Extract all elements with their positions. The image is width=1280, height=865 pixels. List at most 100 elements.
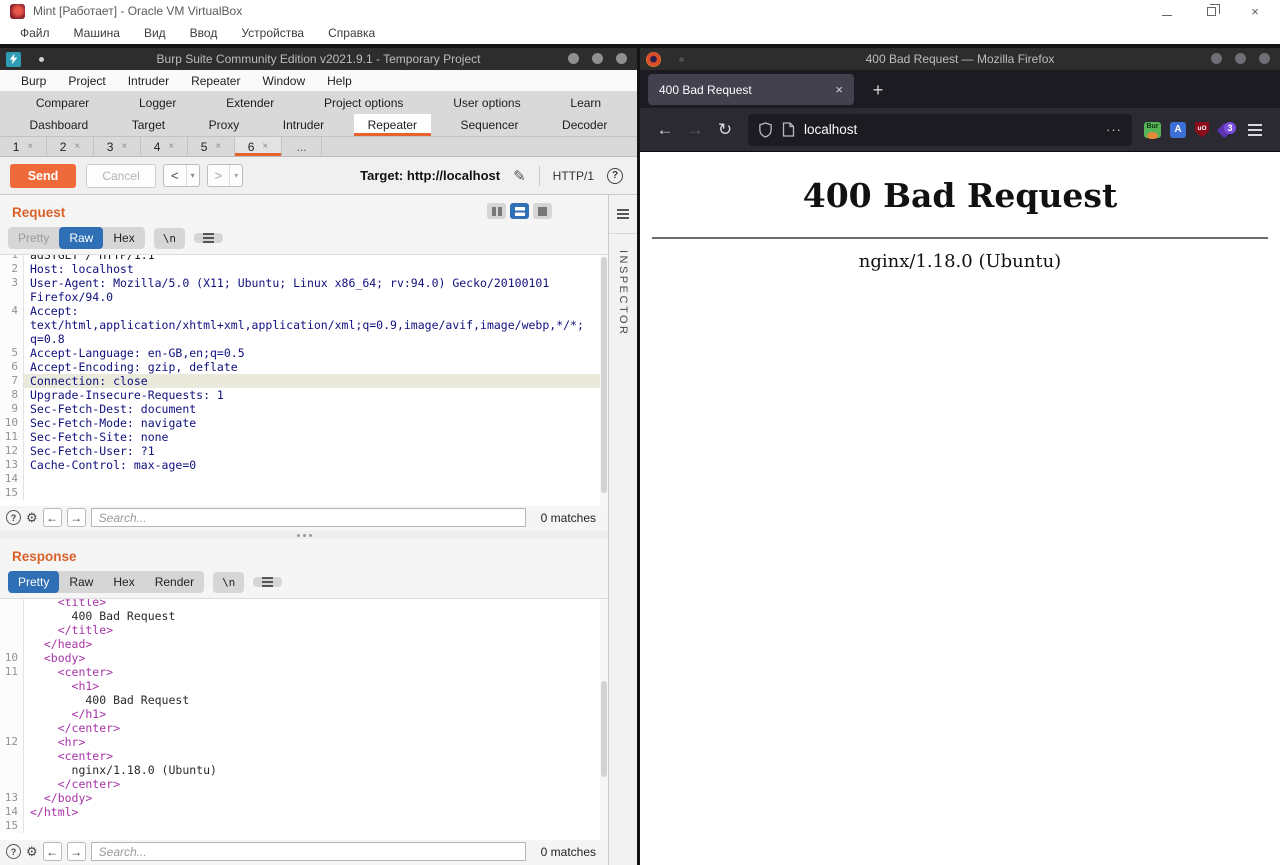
repeater-tab-2[interactable]: 2× xyxy=(47,137,94,156)
host-menu-файл[interactable]: Файл xyxy=(8,24,62,42)
main-tab-decoder[interactable]: Decoder xyxy=(548,114,621,136)
repeater-tab-4[interactable]: 4× xyxy=(141,137,188,156)
close-icon[interactable]: × xyxy=(1248,4,1262,19)
main-tab-comparer[interactable]: Comparer xyxy=(22,92,103,114)
search-prev-icon[interactable]: ← xyxy=(43,508,62,527)
code-row[interactable]: 8Upgrade-Insecure-Requests: 1 xyxy=(0,388,608,402)
code-row[interactable]: 5Accept-Language: en-GB,en;q=0.5 xyxy=(0,346,608,360)
minimize-icon[interactable] xyxy=(1160,4,1174,19)
editor-menu-button[interactable] xyxy=(253,577,282,587)
repeater-tab-1[interactable]: 1× xyxy=(0,137,47,156)
code-row[interactable]: 15 xyxy=(0,486,608,500)
code-row[interactable]: 11 <center> xyxy=(0,665,608,679)
code-row[interactable]: 6Accept-Encoding: gzip, deflate xyxy=(0,360,608,374)
help-icon[interactable]: ? xyxy=(607,168,623,184)
repeater-tab-6[interactable]: 6× xyxy=(235,137,282,156)
main-tab-target[interactable]: Target xyxy=(118,114,179,136)
code-row[interactable]: Firefox/94.0 xyxy=(0,290,608,304)
code-row[interactable]: nginx/1.18.0 (Ubuntu) xyxy=(0,763,608,777)
new-tab-button[interactable]: + xyxy=(864,76,892,104)
main-tab-repeater[interactable]: Repeater xyxy=(354,114,431,136)
code-row[interactable]: 10 <body> xyxy=(0,651,608,665)
code-row[interactable]: </center> xyxy=(0,777,608,791)
single-pane-layout-icon[interactable] xyxy=(533,203,552,219)
search-next-icon[interactable]: → xyxy=(67,508,86,527)
code-row[interactable]: 4Accept: xyxy=(0,304,608,318)
more-tabs-button[interactable]: ... xyxy=(282,137,322,156)
close-tab-icon[interactable]: × xyxy=(74,141,80,152)
code-row[interactable]: 400 Bad Request xyxy=(0,609,608,623)
close-tab-icon[interactable]: × xyxy=(27,141,33,152)
main-tab-sequencer[interactable]: Sequencer xyxy=(447,114,533,136)
browser-menu-button[interactable] xyxy=(1240,115,1270,145)
code-row[interactable]: 13Cache-Control: max-age=0 xyxy=(0,458,608,472)
chevron-left-icon[interactable]: < xyxy=(164,165,186,186)
main-tab-project-options[interactable]: Project options xyxy=(310,92,417,114)
main-tab-user-options[interactable]: User options xyxy=(439,92,534,114)
code-row[interactable]: 7Connection: close xyxy=(0,374,608,388)
code-row[interactable]: 11Sec-Fetch-Site: none xyxy=(0,430,608,444)
burp-menu-intruder[interactable]: Intruder xyxy=(117,72,180,90)
code-row[interactable]: 13 </body> xyxy=(0,791,608,805)
request-search-input[interactable] xyxy=(91,508,526,527)
code-row[interactable]: 12 <hr> xyxy=(0,735,608,749)
url-text[interactable]: localhost xyxy=(804,122,1097,137)
rows-layout-icon[interactable] xyxy=(510,203,529,219)
response-scrollbar[interactable] xyxy=(600,599,608,840)
code-row[interactable]: text/html,application/xhtml+xml,applicat… xyxy=(0,318,608,332)
next-request-button[interactable]: > ▾ xyxy=(207,164,244,187)
http-version-label[interactable]: HTTP/1 xyxy=(553,169,594,183)
restore-icon[interactable] xyxy=(1204,4,1218,19)
dropdown-caret-icon[interactable]: ▾ xyxy=(186,165,199,186)
code-row[interactable]: </center> xyxy=(0,721,608,735)
url-bar[interactable]: localhost ··· xyxy=(748,114,1132,146)
page-actions-icon[interactable]: ··· xyxy=(1106,122,1122,137)
tab-hex[interactable]: Hex xyxy=(103,227,144,249)
tab-raw[interactable]: Raw xyxy=(59,571,103,593)
browser-tab[interactable]: 400 Bad Request × xyxy=(648,74,854,105)
burp-menu-project[interactable]: Project xyxy=(57,72,116,90)
window-button-icon[interactable] xyxy=(592,53,603,64)
main-tab-proxy[interactable]: Proxy xyxy=(195,114,254,136)
burp-window-buttons[interactable] xyxy=(568,53,627,64)
code-row[interactable]: 400 Bad Request xyxy=(0,693,608,707)
scrollbar-thumb[interactable] xyxy=(601,681,607,777)
tab-pretty[interactable]: Pretty xyxy=(8,227,59,249)
shield-icon[interactable] xyxy=(758,122,773,138)
code-row[interactable]: 9Sec-Fetch-Dest: document xyxy=(0,402,608,416)
wappalyzer-extension-icon[interactable]: 3 xyxy=(1218,122,1236,138)
foxyproxy-extension-icon[interactable]: Bur xyxy=(1144,122,1161,138)
burp-menu-window[interactable]: Window xyxy=(251,72,316,90)
ublock-extension-icon[interactable]: uO xyxy=(1195,122,1209,138)
host-menu-устройства[interactable]: Устройства xyxy=(229,24,316,42)
code-row[interactable]: 15 xyxy=(0,819,608,833)
code-row[interactable]: 10Sec-Fetch-Mode: navigate xyxy=(0,416,608,430)
main-tab-dashboard[interactable]: Dashboard xyxy=(16,114,103,136)
newline-toggle-button[interactable]: \n xyxy=(213,572,244,593)
burp-menu-repeater[interactable]: Repeater xyxy=(180,72,251,90)
code-row[interactable]: 3User-Agent: Mozilla/5.0 (X11; Ubuntu; L… xyxy=(0,276,608,290)
main-tab-intruder[interactable]: Intruder xyxy=(269,114,338,136)
firefox-titlebar[interactable]: 400 Bad Request — Mozilla Firefox xyxy=(640,48,1280,70)
scrollbar-thumb[interactable] xyxy=(601,257,607,493)
response-search-input[interactable] xyxy=(91,842,526,861)
code-row[interactable]: 12Sec-Fetch-User: ?1 xyxy=(0,444,608,458)
code-row[interactable]: 1adSTGET / HTTP/1.1 xyxy=(0,254,608,262)
code-row[interactable]: </h1> xyxy=(0,707,608,721)
tab-render[interactable]: Render xyxy=(145,571,204,593)
tab-hex[interactable]: Hex xyxy=(103,571,144,593)
burp-menu-help[interactable]: Help xyxy=(316,72,363,90)
tab-pretty[interactable]: Pretty xyxy=(8,571,59,593)
host-menu-вид[interactable]: Вид xyxy=(132,24,178,42)
page-info-icon[interactable] xyxy=(782,122,795,137)
inspector-sidebar[interactable]: INSPECTOR xyxy=(608,195,637,865)
window-button-icon[interactable] xyxy=(1211,53,1222,64)
search-prev-icon[interactable]: ← xyxy=(43,842,62,861)
burp-menu-burp[interactable]: Burp xyxy=(10,72,57,90)
code-row[interactable]: </title> xyxy=(0,623,608,637)
chevron-right-icon[interactable]: > xyxy=(208,165,230,186)
code-row[interactable]: <center> xyxy=(0,749,608,763)
window-button-icon[interactable] xyxy=(616,53,627,64)
code-row[interactable]: 14</html> xyxy=(0,805,608,819)
code-row[interactable]: <title> xyxy=(0,598,608,609)
